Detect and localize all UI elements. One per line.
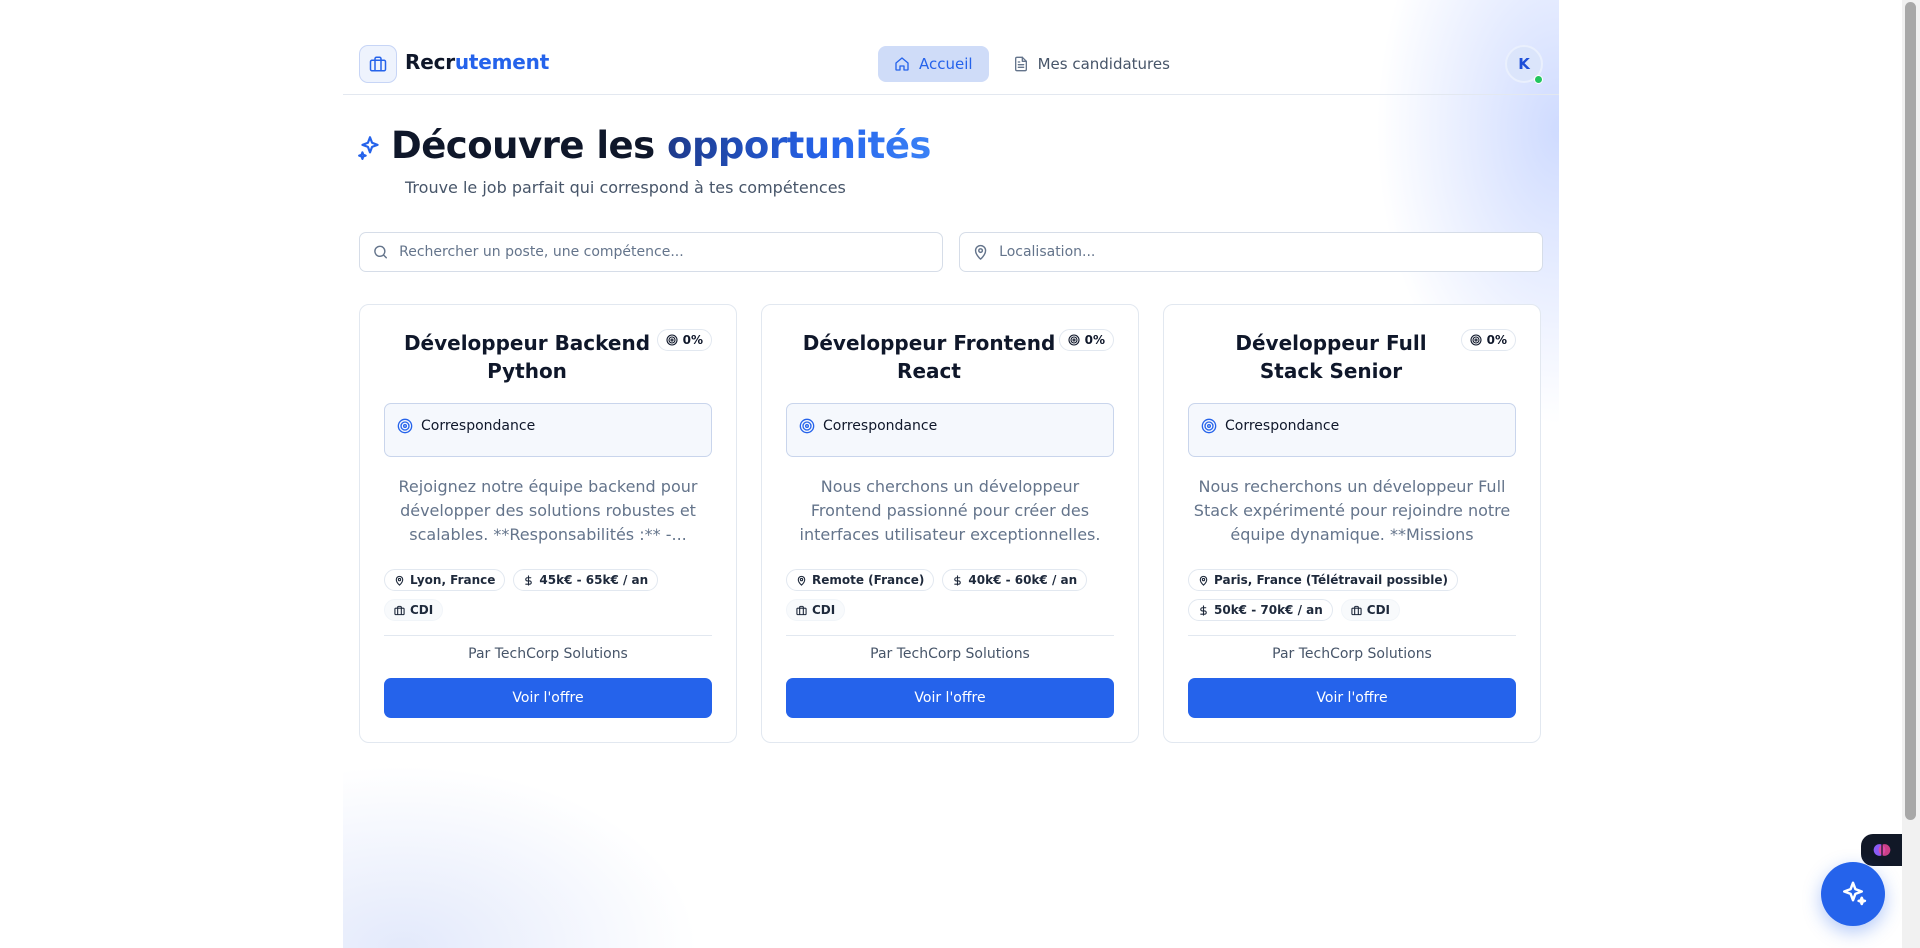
company-name: Par TechCorp Solutions xyxy=(1272,646,1432,662)
page-title: Découvre les opportunités xyxy=(391,124,931,167)
card-divider xyxy=(1188,635,1516,636)
vertical-scrollbar[interactable] xyxy=(1902,0,1920,948)
brand-accent: utement xyxy=(454,50,550,74)
salary-text: 45k€ - 65k€ / an xyxy=(539,573,649,587)
brand-logo-text[interactable]: Recrutement xyxy=(405,50,549,74)
map-pin-icon xyxy=(1199,575,1208,586)
nav-item-accueil[interactable]: Accueil xyxy=(878,46,989,82)
search-icon xyxy=(374,245,387,259)
target-icon xyxy=(799,418,815,434)
salary-text: 50k€ - 70k€ / an xyxy=(1214,603,1323,617)
job-search-input[interactable] xyxy=(399,244,942,260)
briefcase-icon[interactable] xyxy=(359,45,397,83)
card-divider xyxy=(786,635,1114,636)
match-percent-badge: 0% xyxy=(656,329,712,351)
page-subtitle: Trouve le job parfait qui correspond à t… xyxy=(405,178,846,197)
match-panel: Correspondance xyxy=(1188,403,1516,457)
view-offer-button[interactable]: Voir l'offre xyxy=(786,678,1114,718)
ai-assistant-button[interactable] xyxy=(1821,862,1885,926)
target-icon xyxy=(1068,334,1080,346)
dollar-icon xyxy=(525,574,533,586)
view-offer-button[interactable]: Voir l'offre xyxy=(1188,678,1516,718)
location-tag: Lyon, France xyxy=(384,569,506,591)
location-text: Lyon, France xyxy=(410,573,496,587)
match-label: Correspondance xyxy=(421,418,536,434)
job-tags: Lyon, France 45k€ - 65k€ / an CDI xyxy=(384,569,712,621)
salary-tag: 40k€ - 60k€ / an xyxy=(942,569,1088,591)
main-nav: Accueil Mes candidatures xyxy=(878,46,1186,82)
match-percent-badge: 0% xyxy=(1058,329,1114,351)
job-title: Développeur Full Stack Senior xyxy=(1235,331,1427,383)
brain-extension-icon[interactable] xyxy=(1861,834,1902,866)
match-percent: 0% xyxy=(682,333,703,347)
match-panel: Correspondance xyxy=(384,403,712,457)
job-description: Nous recherchons un développeur Full Sta… xyxy=(1193,477,1511,544)
contract-tag: CDI xyxy=(1340,599,1401,621)
location-text: Paris, France (Télétravail possible) xyxy=(1214,573,1448,587)
match-percent-badge: 0% xyxy=(1460,329,1516,351)
dollar-icon xyxy=(954,574,962,586)
contract-text: CDI xyxy=(1366,603,1391,617)
sparkles-icon xyxy=(1843,881,1867,906)
title-main: Découvre les xyxy=(391,124,668,167)
contract-text: CDI xyxy=(812,603,836,617)
job-tags: Remote (France) 40k€ - 60k€ / an CDI xyxy=(786,569,1114,621)
nav-item-mes-candidatures[interactable]: Mes candidatures xyxy=(997,46,1186,82)
target-icon xyxy=(397,418,413,434)
location-search-box xyxy=(959,232,1543,272)
job-title: Développeur Frontend React xyxy=(802,331,1056,383)
target-icon xyxy=(1201,418,1217,434)
salary-tag: 50k€ - 70k€ / an xyxy=(1188,599,1333,621)
location-search-input[interactable] xyxy=(999,244,1542,260)
location-tag: Paris, France (Télétravail possible) xyxy=(1188,569,1458,591)
match-label: Correspondance xyxy=(823,418,938,434)
briefcase-icon xyxy=(796,605,807,615)
company-name: Par TechCorp Solutions xyxy=(468,646,628,662)
briefcase-icon xyxy=(394,605,405,615)
contract-tag: CDI xyxy=(786,599,846,621)
document-icon xyxy=(1014,56,1027,72)
match-percent: 0% xyxy=(1084,333,1105,347)
location-tag: Remote (France) xyxy=(786,569,935,591)
contract-text: CDI xyxy=(410,603,434,617)
company-name: Par TechCorp Solutions xyxy=(870,646,1030,662)
map-pin-icon xyxy=(974,244,987,260)
job-card: 0% Développeur Frontend React Correspond… xyxy=(761,304,1139,743)
online-status-dot xyxy=(1534,75,1543,84)
view-offer-button[interactable]: Voir l'offre xyxy=(384,678,712,718)
dollar-icon xyxy=(1200,604,1207,616)
location-text: Remote (France) xyxy=(812,573,925,587)
card-divider xyxy=(384,635,712,636)
title-accent: opportunités xyxy=(667,124,931,167)
map-pin-icon xyxy=(797,575,806,586)
job-tags: Paris, France (Télétravail possible) 50k… xyxy=(1188,569,1516,621)
match-label: Correspondance xyxy=(1225,418,1340,434)
map-pin-icon xyxy=(395,575,404,586)
salary-tag: 45k€ - 65k€ / an xyxy=(513,569,659,591)
nav-item-label: Mes candidatures xyxy=(1037,55,1170,73)
job-title: Développeur Backend Python xyxy=(403,331,651,383)
sparkles-icon xyxy=(357,134,383,164)
page: Recrutement Accueil Mes candidatures K D… xyxy=(343,0,1559,948)
job-card: 0% Développeur Backend Python Correspond… xyxy=(359,304,737,743)
job-description: Nous cherchons un développeur Frontend p… xyxy=(799,477,1101,544)
salary-text: 40k€ - 60k€ / an xyxy=(968,573,1078,587)
brand-prefix: Recr xyxy=(405,50,455,74)
target-icon xyxy=(1470,334,1482,346)
match-percent: 0% xyxy=(1486,333,1507,347)
job-description: Rejoignez notre équipe backend pour déve… xyxy=(398,477,698,544)
scrollbar-thumb[interactable] xyxy=(1905,2,1916,820)
briefcase-icon xyxy=(1351,605,1362,615)
target-icon xyxy=(666,334,678,346)
contract-tag: CDI xyxy=(384,599,444,621)
job-card: 0% Développeur Full Stack Senior Corresp… xyxy=(1163,304,1541,743)
nav-item-label: Accueil xyxy=(919,55,973,73)
home-icon xyxy=(895,57,909,71)
job-search-box xyxy=(359,232,943,272)
match-panel: Correspondance xyxy=(786,403,1114,457)
top-navbar: Recrutement Accueil Mes candidatures K xyxy=(343,31,1559,95)
